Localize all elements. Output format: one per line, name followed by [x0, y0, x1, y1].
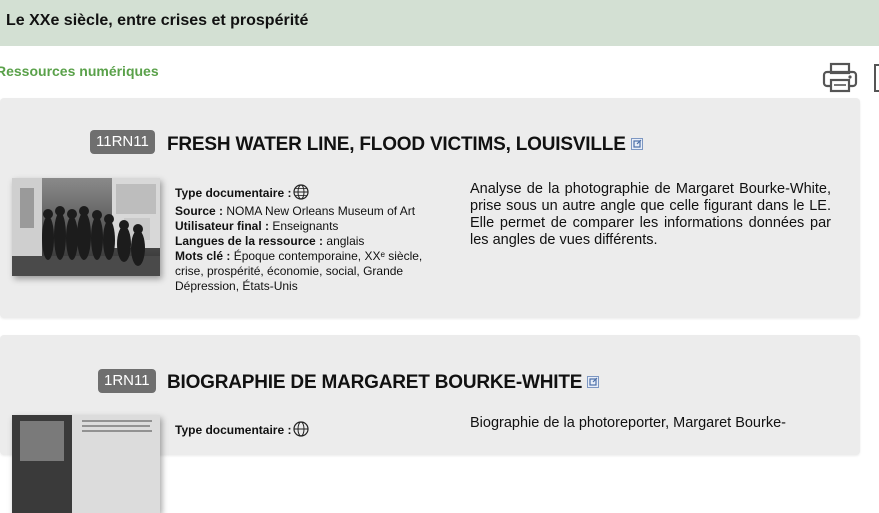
- printer-icon: [822, 62, 858, 93]
- source-label: Source :: [175, 204, 224, 218]
- document-thumbnail: [12, 415, 160, 513]
- resource-title-link[interactable]: FRESH WATER LINE, FLOOD VICTIMS, LOUISVI…: [167, 134, 643, 156]
- section-label: Ressources numériques: [0, 63, 159, 79]
- print-button[interactable]: [822, 62, 858, 94]
- keywords-label: Mots clé :: [175, 249, 231, 263]
- resource-title[interactable]: BIOGRAPHIE DE MARGARET BOURKE-WHITE: [167, 372, 582, 393]
- user-label: Utilisateur final :: [175, 219, 270, 233]
- resource-title[interactable]: FRESH WATER LINE, FLOOD VICTIMS, LOUISVI…: [167, 134, 626, 155]
- resource-thumbnail[interactable]: [12, 415, 160, 513]
- language-label: Langues de la ressource :: [175, 234, 324, 248]
- external-link-icon[interactable]: [587, 372, 600, 394]
- resource-code-badge: 11RN11: [90, 130, 155, 154]
- type-label: Type documentaire :: [175, 186, 292, 200]
- source-value: NOMA New Orleans Museum of Art: [226, 204, 416, 218]
- resource-description: Analyse de la photographie de Margaret B…: [470, 181, 831, 248]
- export-button[interactable]: [874, 64, 879, 92]
- resource-description: Biographie de la photoreporter, Margaret…: [470, 415, 786, 431]
- page-title: Le XXe siècle, entre crises et prospérit…: [6, 12, 309, 29]
- resource-code-badge: 1RN11: [98, 369, 156, 393]
- globe-icon: [293, 421, 310, 441]
- language-value: anglais: [326, 234, 365, 248]
- resource-card: 11RN11 FRESH WATER LINE, FLOOD VICTIMS, …: [0, 98, 860, 318]
- resource-metadata: Type documentaire : Source : NOMA New Or…: [175, 184, 455, 294]
- photo-thumbnail: [12, 178, 160, 276]
- type-label: Type documentaire :: [175, 423, 292, 437]
- external-link-icon[interactable]: [630, 134, 643, 156]
- resource-title-link[interactable]: BIOGRAPHIE DE MARGARET BOURKE-WHITE: [167, 372, 600, 394]
- user-value: Enseignants: [272, 219, 339, 233]
- header-bar: Le XXe siècle, entre crises et prospérit…: [0, 0, 879, 46]
- resource-card: 1RN11 BIOGRAPHIE DE MARGARET BOURKE-WHIT…: [0, 335, 860, 513]
- resource-metadata: Type documentaire :: [175, 421, 455, 441]
- globe-icon: [293, 184, 310, 204]
- resource-thumbnail[interactable]: [12, 178, 160, 276]
